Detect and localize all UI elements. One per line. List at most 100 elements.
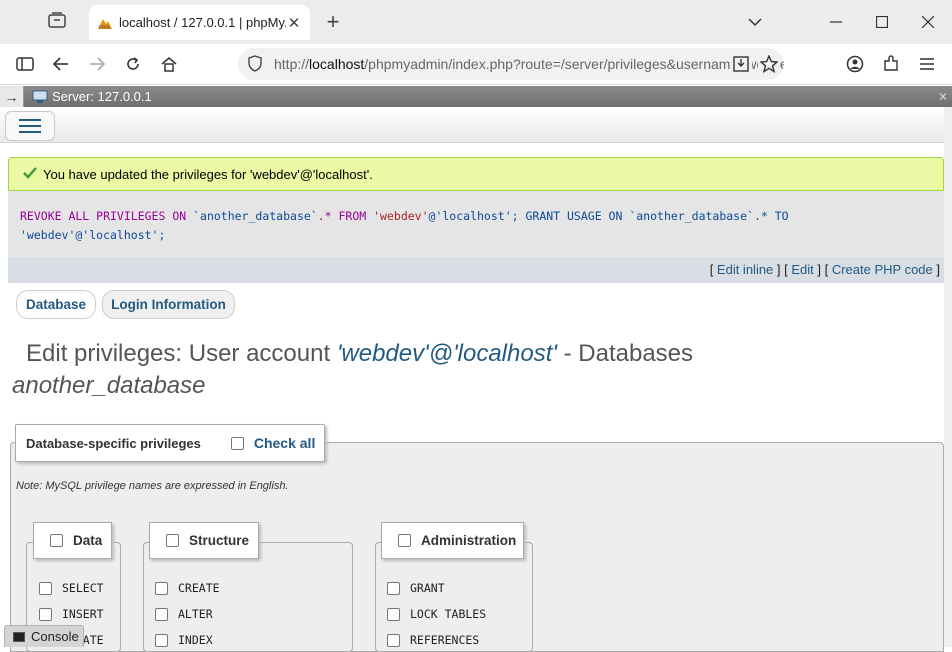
extensions-icon[interactable] bbox=[880, 53, 902, 75]
edit-link[interactable]: Edit bbox=[791, 262, 813, 277]
privilege-lock-tables-label: LOCK TABLES bbox=[410, 607, 487, 621]
collapse-top-icon[interactable]: ⨯ bbox=[938, 89, 948, 103]
bookmark-star-icon[interactable] bbox=[758, 53, 780, 75]
privilege-grant-label: GRANT bbox=[410, 581, 445, 595]
main-menu-bar bbox=[0, 107, 944, 143]
privilege-select-checkbox[interactable] bbox=[39, 581, 52, 595]
privileges-legend: Database-specific privileges Check all bbox=[15, 424, 325, 462]
sql-actions: [ Edit inline ] [ Edit ] [ Create PHP co… bbox=[8, 257, 944, 283]
sql-query-line-1: REVOKE ALL PRIVILEGES ON `another_databa… bbox=[20, 207, 932, 226]
console-label: Console bbox=[31, 629, 79, 644]
privilege-index-checkbox[interactable] bbox=[155, 633, 168, 647]
tab-database[interactable]: Database bbox=[16, 290, 96, 319]
success-message: You have updated the privileges for 'web… bbox=[8, 157, 944, 191]
sql-token: .* TO bbox=[753, 209, 789, 223]
phpmyadmin-favicon-icon: PMA bbox=[97, 16, 113, 31]
administration-group-legend[interactable]: Administration bbox=[381, 522, 524, 559]
server-link[interactable]: Server: 127.0.0.1 bbox=[52, 89, 152, 104]
sql-query-line-2: 'webdev'@'localhost'; bbox=[20, 228, 166, 242]
privilege-create-checkbox[interactable] bbox=[155, 581, 168, 595]
new-tab-button[interactable]: + bbox=[321, 10, 345, 34]
structure-group-legend[interactable]: Structure bbox=[149, 522, 259, 559]
privilege-references-checkbox[interactable] bbox=[387, 633, 400, 647]
forward-icon[interactable] bbox=[86, 53, 108, 75]
privilege-references-label: REFERENCES bbox=[410, 633, 480, 647]
privilege-references[interactable]: REFERENCES bbox=[387, 633, 479, 647]
privilege-index[interactable]: INDEX bbox=[155, 633, 213, 647]
home-icon[interactable] bbox=[158, 53, 180, 75]
privileges-note: Note: MySQL privilege names are expresse… bbox=[16, 480, 289, 492]
title-databases: - Databases bbox=[556, 340, 694, 367]
tab-login-information[interactable]: Login Information bbox=[102, 290, 235, 319]
privilege-create-label: CREATE bbox=[178, 581, 220, 595]
sql-token: .* bbox=[317, 209, 339, 223]
url-path: /phpmyadmin/index.php?route=/server/priv… bbox=[364, 56, 784, 72]
check-all[interactable]: Check all bbox=[230, 435, 315, 451]
data-group-legend[interactable]: Data bbox=[33, 522, 112, 559]
site-info-shield-icon[interactable] bbox=[248, 55, 262, 75]
check-all-checkbox[interactable] bbox=[230, 436, 244, 450]
back-icon[interactable] bbox=[50, 53, 72, 75]
privilege-lock-tables[interactable]: LOCK TABLES bbox=[387, 607, 486, 621]
maximize-icon[interactable] bbox=[872, 10, 892, 34]
reload-icon[interactable] bbox=[122, 53, 144, 75]
sql-token: ; GRANT USAGE ON bbox=[511, 209, 630, 223]
privilege-alter[interactable]: ALTER bbox=[155, 607, 213, 621]
success-message-text: You have updated the privileges for 'web… bbox=[43, 166, 373, 182]
sql-token: REVOKE ALL PRIVILEGES ON bbox=[20, 209, 194, 223]
privilege-alter-checkbox[interactable] bbox=[155, 607, 168, 621]
title-user-account-link[interactable]: 'webdev'@'localhost' bbox=[337, 340, 557, 367]
profile-icon[interactable] bbox=[844, 53, 866, 75]
structure-group-label: Structure bbox=[189, 533, 250, 548]
sql-query-box: REVOKE ALL PRIVILEGES ON `another_databa… bbox=[8, 191, 944, 257]
administration-group-label: Administration bbox=[421, 533, 517, 548]
structure-group-checkbox[interactable] bbox=[166, 534, 179, 547]
sidebar-toggle-icon[interactable] bbox=[14, 53, 36, 75]
data-group-checkbox[interactable] bbox=[50, 534, 63, 547]
browser-tab[interactable]: PMA localhost / 127.0.0.1 | phpMyAdmin ✕ bbox=[89, 5, 310, 40]
browser-toolbar: http://localhost/phpmyadmin/index.php?ro… bbox=[0, 44, 952, 85]
console-terminal-icon bbox=[13, 631, 25, 642]
privilege-grant[interactable]: GRANT bbox=[387, 581, 445, 595]
privilege-alter-label: ALTER bbox=[178, 607, 213, 621]
svg-text:PMA: PMA bbox=[99, 25, 110, 30]
title-prefix: Edit privileges: User account bbox=[26, 340, 337, 367]
privilege-index-label: INDEX bbox=[178, 633, 213, 647]
sql-token: `another_database` bbox=[629, 209, 754, 223]
success-check-icon bbox=[23, 166, 37, 182]
privilege-insert-checkbox[interactable] bbox=[39, 607, 52, 621]
tab-list-chevron-icon[interactable] bbox=[745, 10, 765, 34]
privilege-lock-tables-checkbox[interactable] bbox=[387, 607, 400, 621]
url-host: localhost bbox=[309, 56, 365, 72]
tab-actions-icon[interactable] bbox=[48, 12, 72, 32]
close-window-icon[interactable] bbox=[918, 10, 938, 34]
administration-group-checkbox[interactable] bbox=[398, 534, 411, 547]
sql-token: `another_database` bbox=[193, 209, 318, 223]
privilege-create[interactable]: CREATE bbox=[155, 581, 220, 595]
privileges-legend-title: Database-specific privileges bbox=[26, 435, 201, 451]
create-php-code-link[interactable]: Create PHP code bbox=[832, 262, 933, 277]
privilege-select[interactable]: SELECT bbox=[39, 581, 104, 595]
hamburger-icon bbox=[19, 119, 41, 133]
browser-menu-icon[interactable] bbox=[916, 53, 938, 75]
console-toggle[interactable]: Console bbox=[4, 625, 84, 647]
server-icon bbox=[32, 90, 48, 104]
check-all-label[interactable]: Check all bbox=[254, 435, 315, 451]
sql-token: 'webdev' bbox=[373, 209, 429, 223]
privilege-grant-checkbox[interactable] bbox=[387, 581, 400, 595]
sql-token: 'localhost' bbox=[435, 209, 512, 223]
minimize-icon[interactable] bbox=[826, 10, 846, 34]
close-tab-icon[interactable]: ✕ bbox=[286, 14, 302, 32]
page-scrollbar[interactable] bbox=[944, 107, 952, 647]
browser-tab-bar: PMA localhost / 127.0.0.1 | phpMyAdmin ✕… bbox=[0, 0, 952, 44]
install-app-icon[interactable] bbox=[730, 53, 752, 75]
title-database-name: another_database bbox=[12, 372, 206, 399]
menu-hamburger-button[interactable] bbox=[5, 111, 55, 141]
data-group-label: Data bbox=[73, 533, 103, 548]
sql-token: FROM bbox=[338, 209, 374, 223]
privilege-insert[interactable]: INSERT bbox=[39, 607, 104, 621]
page-title: Edit privileges: User account 'webdev'@'… bbox=[12, 338, 792, 402]
navigation-toggle-arrow-icon[interactable]: → bbox=[0, 86, 24, 107]
edit-inline-link[interactable]: Edit inline bbox=[717, 262, 773, 277]
address-bar[interactable]: http://localhost/phpmyadmin/index.php?ro… bbox=[238, 48, 784, 80]
